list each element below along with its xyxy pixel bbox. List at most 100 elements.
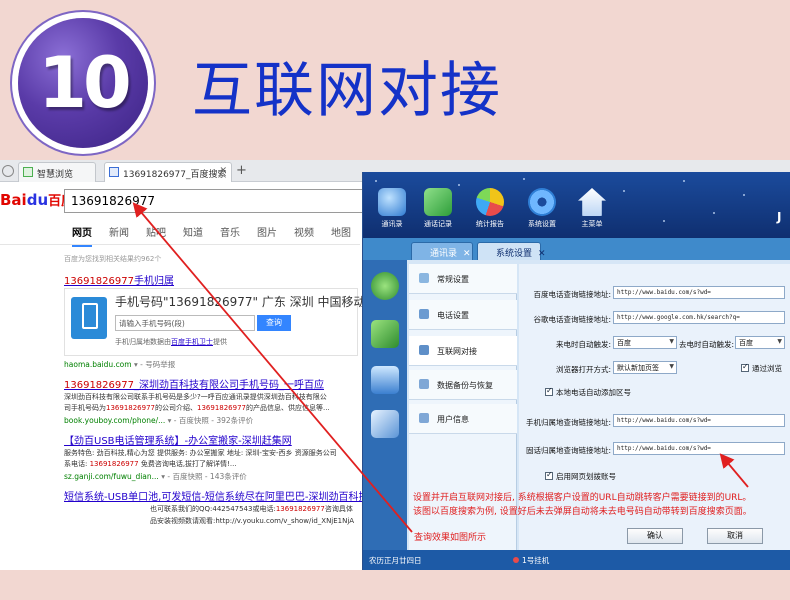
- close-icon[interactable]: ✕: [463, 249, 471, 259]
- toolbar-main-menu[interactable]: 主菜单: [571, 188, 613, 229]
- snippet-text: 也可联系我们的QQ:442547543或电话:: [150, 505, 276, 513]
- play-icon[interactable]: [371, 272, 399, 300]
- menu-item-phone[interactable]: 电话设置: [409, 300, 517, 330]
- menu-label: 常规设置: [437, 275, 469, 284]
- select-value: 百度: [739, 339, 753, 347]
- incoming-trigger-select[interactable]: 百度 ▼: [613, 336, 677, 349]
- baidu-guard-link[interactable]: 百度手机卫士: [171, 338, 213, 346]
- result-url[interactable]: haoma.baidu.com ▾ - 号码举报: [64, 359, 175, 370]
- phone-number-input[interactable]: 请输入手机号码(段): [115, 315, 255, 331]
- area-code-label: 本地电话自动添加区号: [556, 388, 631, 397]
- call-log-icon: [424, 188, 452, 216]
- mobile-url-input[interactable]: http://www.baidu.com/s?wd=: [613, 414, 785, 427]
- result-title[interactable]: 13691826977手机归属: [64, 272, 174, 287]
- snippet-text: 系电话:: [64, 460, 90, 468]
- highlight: 13691826977: [64, 276, 134, 287]
- snippet-text: 的公司介绍、: [155, 404, 197, 412]
- snapshot-link[interactable]: ▾ - 百度快照 - 392条评价: [168, 416, 254, 425]
- close-tab-icon[interactable]: ✕: [219, 166, 227, 176]
- chevron-down-icon: ▼: [669, 338, 674, 345]
- nav-video[interactable]: 视频: [294, 224, 314, 239]
- menu-item-internet[interactable]: 互联网对接: [409, 336, 517, 366]
- nav-news[interactable]: 新闻: [109, 224, 129, 239]
- snapshot-link[interactable]: ▾ - 百度快照 - 143条评价: [161, 472, 247, 481]
- tab-label: 系统设置: [496, 249, 533, 259]
- gear-icon: [419, 273, 429, 283]
- snippet-text: 免费咨询电话,拔打了解详情!...: [138, 460, 237, 468]
- enable-webpage-label: 启用网页划拨账号: [556, 472, 616, 481]
- tab-label: 13691826977_百度搜索: [123, 170, 227, 180]
- tools-icon[interactable]: [371, 410, 399, 438]
- menu-item-general[interactable]: 常规设置: [409, 264, 517, 294]
- monitor-icon[interactable]: [371, 366, 399, 394]
- home-icon: [578, 188, 606, 216]
- nav-tieba[interactable]: 贴吧: [146, 224, 166, 239]
- cancel-button[interactable]: 取消: [707, 528, 763, 544]
- result-url[interactable]: sz.ganji.com/fuwu_dian... ▾ - 百度快照 - 143…: [64, 471, 247, 482]
- browser-tab-1[interactable]: 智慧浏览: [18, 162, 96, 182]
- google-url-input[interactable]: http://www.google.com.hk/search?q=: [613, 311, 785, 324]
- menu-label: 用户信息: [437, 415, 469, 424]
- nav-music[interactable]: 音乐: [220, 224, 240, 239]
- url-text: book.youboy.com/phone/...: [64, 416, 166, 425]
- landline-url-input[interactable]: http://www.baidu.com/s?wd=: [613, 442, 785, 455]
- outgoing-trigger-select[interactable]: 百度 ▼: [735, 336, 785, 349]
- baidu-url-input[interactable]: http://www.baidu.com/s?wd=: [613, 286, 785, 299]
- status-bar: 农历正月廿四日 1号挂机: [363, 550, 790, 570]
- query-button[interactable]: 查询: [257, 315, 291, 331]
- close-icon[interactable]: ✕: [538, 249, 546, 259]
- menu-label: 数据备份与恢复: [437, 381, 493, 390]
- incoming-trigger-label: 来电时自动触发:: [555, 340, 611, 349]
- tab-system-settings[interactable]: 系统设置 ✕: [477, 242, 546, 260]
- menu-item-user[interactable]: 用户信息: [409, 404, 517, 434]
- pie-chart-icon: [476, 188, 504, 216]
- highlight: 13691826977: [89, 460, 139, 468]
- result-snippet: 司手机号码为13691826977的公司介绍、13691826977的产品信息、…: [64, 403, 364, 414]
- baidu-page-icon: [109, 167, 119, 177]
- search-input[interactable]: 13691826977: [64, 189, 404, 213]
- card-title-pre: 手机号码": [115, 295, 169, 309]
- browser-tab-2[interactable]: 13691826977_百度搜索 ✕: [104, 162, 232, 182]
- browser-open-select[interactable]: 默认新加页签 ▼: [613, 361, 677, 374]
- line-status-text: 1号挂机: [522, 556, 550, 565]
- line-status: 1号挂机: [513, 555, 549, 566]
- browser-menu-icon[interactable]: [2, 165, 14, 177]
- snippet-text: 咨询具体: [324, 505, 353, 513]
- phone-icon[interactable]: [371, 320, 399, 348]
- toolbar-call-log[interactable]: 通话记录: [417, 188, 459, 229]
- result-url[interactable]: book.youboy.com/phone/... ▾ - 百度快照 - 392…: [64, 415, 253, 426]
- notify-browser-checkbox[interactable]: [741, 362, 749, 372]
- result-title[interactable]: 【劲百USB电话管理系统】-办公室搬家-深圳赶集网: [64, 432, 292, 447]
- browser-open-label: 浏览器打开方式:: [555, 365, 611, 374]
- confirm-button[interactable]: 确认: [627, 528, 683, 544]
- result-title[interactable]: 13691826977_深圳劲百科技有限公司手机号码_一呼百应: [64, 376, 324, 391]
- result-snippet: 系电话: 13691826977 免费咨询电话,拔打了解详情!...: [64, 459, 364, 470]
- toolbar-label: 通话记录: [424, 220, 452, 228]
- nav-maps[interactable]: 地图: [331, 224, 351, 239]
- baidu-url-label: 百度电话查询链接地址:: [533, 290, 611, 299]
- brand-mark: J: [777, 210, 782, 224]
- enable-webpage-checkbox[interactable]: [545, 470, 553, 480]
- report-link[interactable]: ▾ - 号码举报: [134, 360, 175, 369]
- app-toolbar: 通讯录 通话记录 统计报告 系统设置 主菜单 J: [363, 172, 790, 238]
- page-icon: [23, 167, 33, 177]
- result-title[interactable]: 短信系统-USB单口池,可发短信-短信系统尽在阿里巴巴-深圳劲百科技: [64, 488, 369, 503]
- toolbar-settings[interactable]: 系统设置: [521, 188, 563, 229]
- mobile-url-label: 手机归属地查询链接地址:: [525, 418, 611, 427]
- nav-zhidao[interactable]: 知道: [183, 224, 203, 239]
- highlight: 13691826977: [197, 404, 246, 412]
- annotation-line-1: 设置并开启互联网对接后, 系统根据客户设置的URL自动跳转客户需要链接到的URL…: [413, 493, 752, 503]
- line-status-icon: [513, 557, 519, 563]
- area-code-checkbox[interactable]: [545, 386, 553, 396]
- google-url-label: 谷歌电话查询链接地址:: [533, 315, 611, 324]
- tab-contacts[interactable]: 通讯录 ✕: [411, 242, 473, 260]
- title-text: _深圳劲百科技有限公司手机号码_一呼百应: [134, 380, 324, 391]
- divider: [0, 244, 360, 245]
- toolbar-statistics[interactable]: 统计报告: [469, 188, 511, 229]
- highlight: 13691826977: [64, 380, 134, 391]
- nav-images[interactable]: 图片: [257, 224, 277, 239]
- tab-label: 智慧浏览: [37, 170, 74, 180]
- menu-item-backup[interactable]: 数据备份与恢复: [409, 370, 517, 400]
- new-tab-button[interactable]: +: [236, 163, 247, 178]
- toolbar-contacts[interactable]: 通讯录: [371, 188, 413, 229]
